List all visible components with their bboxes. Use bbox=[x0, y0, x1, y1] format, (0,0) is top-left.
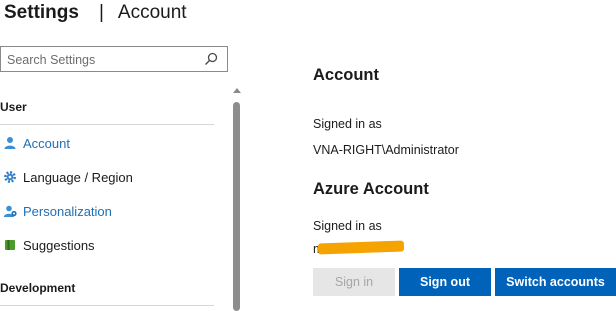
sidebar-item-label: Account bbox=[23, 135, 70, 151]
settings-header: Settings | Account bbox=[0, 0, 187, 26]
title-separator: | bbox=[98, 2, 104, 23]
sign-in-button[interactable]: Sign in bbox=[313, 268, 395, 296]
search-input[interactable]: Search Settings bbox=[0, 46, 228, 72]
azure-account-heading: Azure Account bbox=[313, 180, 429, 198]
search-placeholder: Search Settings bbox=[7, 53, 96, 67]
page-title: Settings bbox=[4, 2, 79, 23]
section-divider bbox=[0, 305, 214, 306]
sidebar-item-personalization[interactable]: Personalization bbox=[0, 199, 214, 223]
signed-in-label: Signed in as bbox=[313, 117, 382, 131]
account-heading: Account bbox=[313, 66, 379, 84]
azure-signed-in-label: Signed in as bbox=[313, 219, 382, 233]
sidebar-item-suggestions[interactable]: Suggestions bbox=[0, 233, 214, 257]
sidebar-item-label: Suggestions bbox=[23, 237, 95, 253]
switch-accounts-button[interactable]: Switch accounts bbox=[495, 268, 616, 296]
sidebar-scrollbar[interactable] bbox=[231, 88, 241, 311]
book-icon bbox=[5, 240, 15, 250]
redaction-mark bbox=[317, 240, 405, 255]
page-subtitle: Account bbox=[117, 2, 187, 23]
person-icon bbox=[4, 137, 16, 149]
sign-out-button[interactable]: Sign out bbox=[399, 268, 491, 296]
sidebar-item-language-region[interactable]: Language / Region bbox=[0, 165, 214, 189]
gear-icon bbox=[4, 171, 16, 183]
section-user: User bbox=[0, 100, 27, 114]
personalization-icon bbox=[3, 205, 17, 217]
sidebar-item-account[interactable]: Account bbox=[0, 131, 214, 155]
scroll-thumb[interactable] bbox=[233, 102, 240, 311]
section-development: Development bbox=[0, 281, 76, 295]
search-icon[interactable] bbox=[203, 51, 219, 67]
section-divider bbox=[0, 124, 214, 125]
scroll-up-arrow[interactable] bbox=[233, 88, 241, 93]
sidebar-item-label: Personalization bbox=[23, 203, 112, 219]
account-username: VNA-RIGHT\Administrator bbox=[313, 143, 459, 157]
sidebar-item-label: Language / Region bbox=[23, 169, 133, 185]
